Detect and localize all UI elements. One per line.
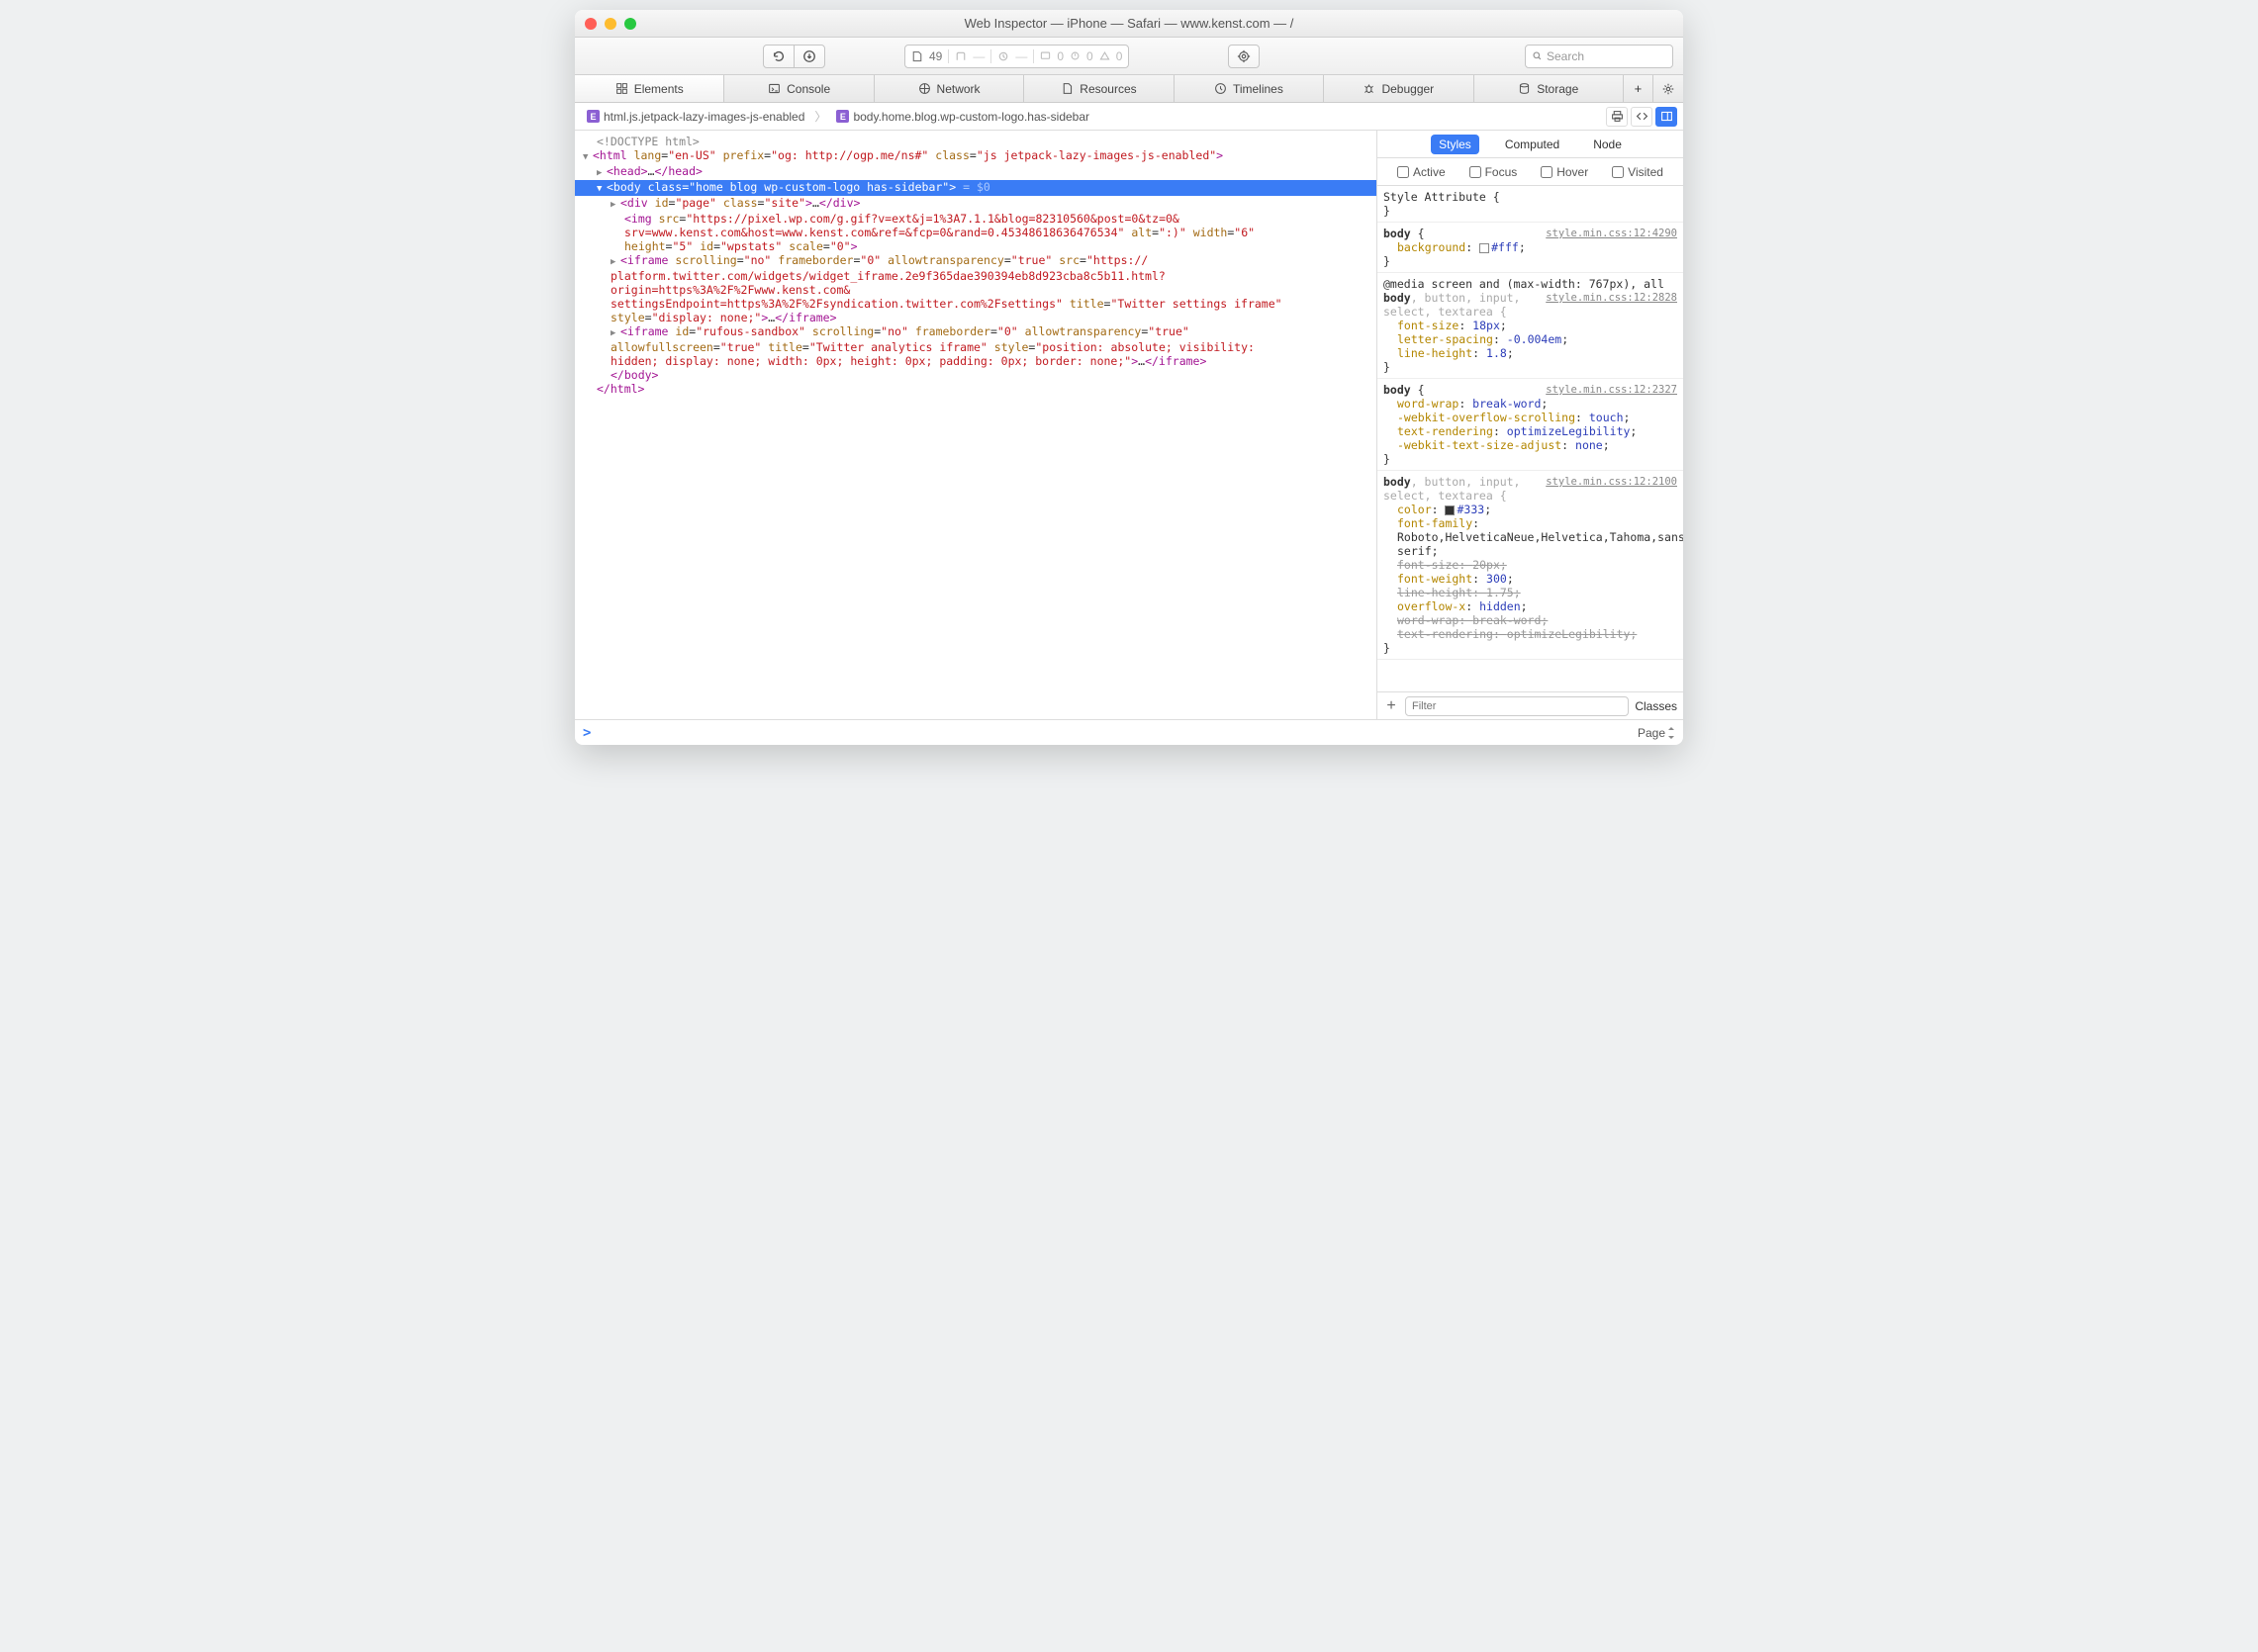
zoom-icon[interactable]	[624, 18, 636, 30]
scope-selector[interactable]: Page	[1638, 726, 1675, 740]
force-hover[interactable]: Hover	[1541, 165, 1588, 179]
titlebar: Web Inspector — iPhone — Safari — www.ke…	[575, 10, 1683, 38]
dom-head[interactable]: ▶<head>…</head>	[575, 164, 1376, 180]
classes-button[interactable]: Classes	[1635, 699, 1677, 713]
tab-elements[interactable]: Elements	[575, 75, 724, 102]
panel-button[interactable]	[1655, 107, 1677, 127]
add-rule-button[interactable]: +	[1383, 697, 1399, 715]
tab-styles[interactable]: Styles	[1431, 135, 1479, 154]
tab-network[interactable]: Network	[875, 75, 1024, 102]
content: <!DOCTYPE html> ▼<html lang="en-US" pref…	[575, 131, 1683, 719]
rules-list[interactable]: Style Attribute { } body {style.min.css:…	[1377, 186, 1683, 691]
window-title: Web Inspector — iPhone — Safari — www.ke…	[575, 16, 1683, 31]
breadcrumb-body[interactable]: Ebody.home.blog.wp-custom-logo.has-sideb…	[830, 108, 1095, 126]
dom-img[interactable]: <img src="https://pixel.wp.com/g.gif?v=e…	[575, 212, 1376, 253]
pseudo-forces: Active Focus Hover Visited	[1377, 158, 1683, 186]
dom-html-close[interactable]: </html>	[575, 382, 1376, 396]
download-button[interactable]	[794, 45, 825, 68]
toolbar: 49 — — 0 0 0 Search	[575, 38, 1683, 75]
close-icon[interactable]	[585, 18, 597, 30]
force-active[interactable]: Active	[1397, 165, 1446, 179]
rule-style-attr[interactable]: Style Attribute { }	[1377, 186, 1683, 223]
resource-count: 49	[929, 49, 942, 63]
dom-iframe2[interactable]: ▶<iframe id="rufous-sandbox" scrolling="…	[575, 324, 1376, 368]
force-focus[interactable]: Focus	[1469, 165, 1518, 179]
styles-panel: Styles Computed Node Active Focus Hover …	[1376, 131, 1683, 719]
tab-storage[interactable]: Storage	[1474, 75, 1624, 102]
minimize-icon[interactable]	[605, 18, 616, 30]
rule-media[interactable]: @media screen and (max-width: 767px), al…	[1377, 273, 1683, 379]
dom-div-page[interactable]: ▶<div id="page" class="site">…</div>	[575, 196, 1376, 212]
tab-computed[interactable]: Computed	[1497, 135, 1567, 154]
new-tab-button[interactable]: +	[1624, 75, 1653, 102]
dom-html[interactable]: ▼<html lang="en-US" prefix="og: http://o…	[575, 148, 1376, 164]
style-tabs: Styles Computed Node	[1377, 131, 1683, 158]
dom-body[interactable]: ▼<body class="home blog wp-custom-logo h…	[575, 180, 1376, 196]
tab-console[interactable]: Console	[724, 75, 874, 102]
filter-bar: + Classes	[1377, 691, 1683, 719]
tabbar: Elements Console Network Resources Timel…	[575, 75, 1683, 103]
tab-timelines[interactable]: Timelines	[1175, 75, 1324, 102]
breadcrumb: Ehtml.js.jetpack-lazy-images-js-enabled …	[575, 103, 1683, 131]
rule-body-2327[interactable]: body {style.min.css:12:2327 word-wrap: b…	[1377, 379, 1683, 471]
search-input[interactable]: Search	[1525, 45, 1673, 68]
tab-node[interactable]: Node	[1585, 135, 1630, 154]
force-visited[interactable]: Visited	[1612, 165, 1663, 179]
filter-input[interactable]	[1405, 696, 1629, 716]
dom-body-close[interactable]: </body>	[575, 368, 1376, 382]
dom-iframe1[interactable]: ▶<iframe scrolling="no" frameborder="0" …	[575, 253, 1376, 324]
print-button[interactable]	[1606, 107, 1628, 127]
window-controls	[585, 18, 636, 30]
breadcrumb-html[interactable]: Ehtml.js.jetpack-lazy-images-js-enabled	[581, 108, 810, 126]
console-bar: > Page	[575, 719, 1683, 745]
rule-body-2100[interactable]: body, button, input, select, textarea {s…	[1377, 471, 1683, 660]
status-pill: 49 — — 0 0 0	[904, 45, 1129, 68]
inspector-window: Web Inspector — iPhone — Safari — www.ke…	[575, 10, 1683, 745]
code-button[interactable]	[1631, 107, 1652, 127]
rule-body-bg[interactable]: body {style.min.css:12:4290 background: …	[1377, 223, 1683, 273]
tab-debugger[interactable]: Debugger	[1324, 75, 1473, 102]
reload-button[interactable]	[763, 45, 795, 68]
console-prompt-icon[interactable]: >	[583, 725, 591, 741]
dom-tree[interactable]: <!DOCTYPE html> ▼<html lang="en-US" pref…	[575, 131, 1376, 719]
settings-button[interactable]	[1653, 75, 1683, 102]
tab-resources[interactable]: Resources	[1024, 75, 1174, 102]
dom-doctype: <!DOCTYPE html>	[575, 135, 1376, 148]
inspect-button[interactable]	[1228, 45, 1260, 68]
